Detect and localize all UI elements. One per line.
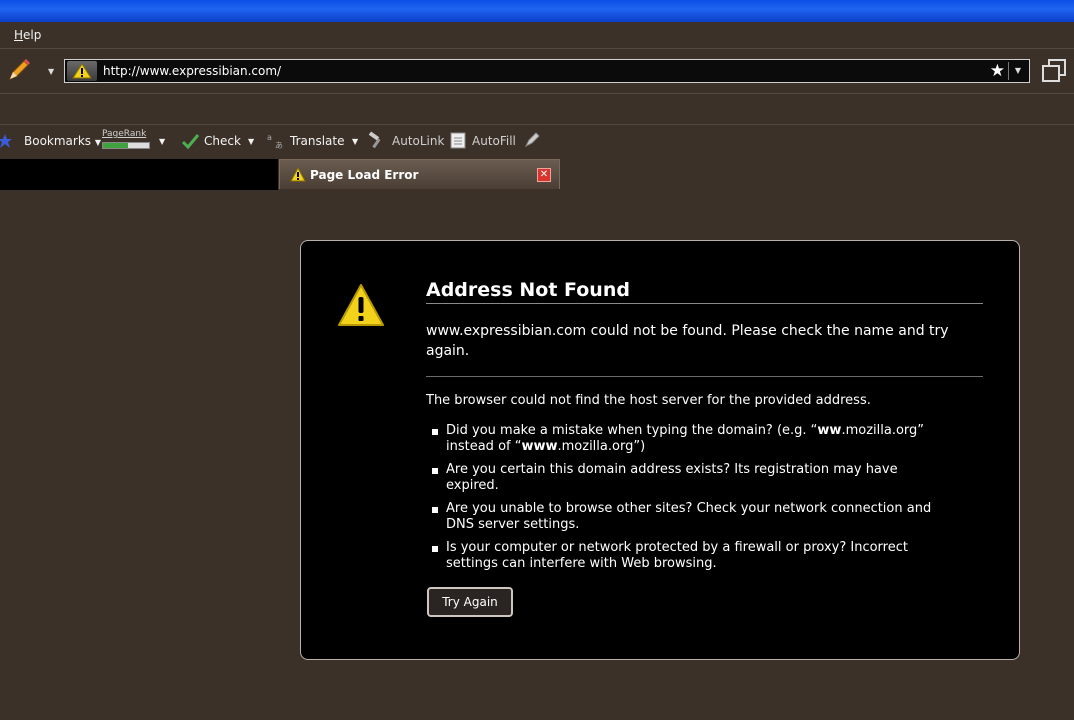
warning-icon xyxy=(72,63,92,79)
list-item: Are you certain this domain address exis… xyxy=(426,462,946,494)
window-title-bar xyxy=(0,0,1074,22)
autolink-button[interactable]: AutoLink xyxy=(392,134,444,148)
svg-text:a: a xyxy=(267,133,272,142)
suggestion-list: Did you make a mistake when typing the d… xyxy=(426,423,946,579)
error-panel: Address Not Found www.expressibian.com c… xyxy=(300,240,1020,660)
tab-strip: Page Load Error ✕ xyxy=(0,157,1074,190)
tab-strip-left-area xyxy=(0,159,278,190)
navigation-toolbar: ▼ http://www.expressibian.com/ ★ ▼ xyxy=(0,49,1074,94)
tab-close-icon[interactable]: ✕ xyxy=(537,168,551,182)
list-item: Is your computer or network protected by… xyxy=(426,540,946,572)
tab-page-load-error[interactable]: Page Load Error ✕ xyxy=(279,159,560,189)
try-again-button[interactable]: Try Again xyxy=(427,587,513,617)
check-dropdown-icon[interactable]: ▼ xyxy=(248,137,254,146)
section-divider xyxy=(426,376,983,377)
google-toolbar: Bookmarks ▼ PageRank ▼ Check ▼ a あ Trans… xyxy=(0,125,1074,157)
restore-window-icon[interactable] xyxy=(1040,57,1068,85)
bookmarks-button[interactable]: Bookmarks ▼ xyxy=(24,134,101,148)
tab-title: Page Load Error xyxy=(310,168,419,182)
spellcheck-icon xyxy=(181,134,200,150)
page-content: Address Not Found www.expressibian.com c… xyxy=(0,190,1074,720)
pagerank-dropdown-icon[interactable]: ▼ xyxy=(159,137,165,146)
autofill-icon xyxy=(450,132,466,149)
error-title: Address Not Found xyxy=(426,279,630,301)
autolink-icon xyxy=(368,131,381,149)
highlighter-icon[interactable] xyxy=(523,131,541,149)
empty-toolbar xyxy=(0,94,1074,125)
autofill-button[interactable]: AutoFill xyxy=(472,134,516,148)
bookmarks-star-icon xyxy=(0,134,12,148)
list-item: Did you make a mistake when typing the d… xyxy=(426,423,946,455)
warning-icon xyxy=(338,284,384,326)
translate-dropdown-icon[interactable]: ▼ xyxy=(352,137,358,146)
site-warning-button[interactable] xyxy=(67,61,97,81)
error-short-description: www.expressibian.com could not be found.… xyxy=(426,323,949,359)
pencil-dropdown-icon[interactable]: ▼ xyxy=(48,67,54,76)
menu-help[interactable]: Help xyxy=(14,28,41,42)
url-history-dropdown-icon[interactable]: ▼ xyxy=(1008,62,1027,80)
list-item: Are you unable to browse other sites? Ch… xyxy=(426,501,946,533)
pencil-icon[interactable] xyxy=(6,57,32,83)
tab-warning-icon xyxy=(290,167,306,182)
url-text[interactable]: http://www.expressibian.com/ xyxy=(103,64,281,78)
pagerank-label: PageRank xyxy=(102,129,147,139)
pagerank-bar xyxy=(102,142,150,149)
translate-icon: a あ xyxy=(267,133,283,150)
error-long-description: The browser could not find the host serv… xyxy=(426,393,871,408)
bookmark-star-icon[interactable]: ★ xyxy=(990,61,1005,81)
check-button[interactable]: Check xyxy=(204,134,241,148)
title-divider xyxy=(426,303,983,304)
svg-text:あ: あ xyxy=(275,141,283,150)
menu-bar: Help xyxy=(0,22,1074,49)
address-bar[interactable]: http://www.expressibian.com/ ★ ▼ xyxy=(64,59,1030,83)
translate-button[interactable]: Translate xyxy=(290,134,345,148)
